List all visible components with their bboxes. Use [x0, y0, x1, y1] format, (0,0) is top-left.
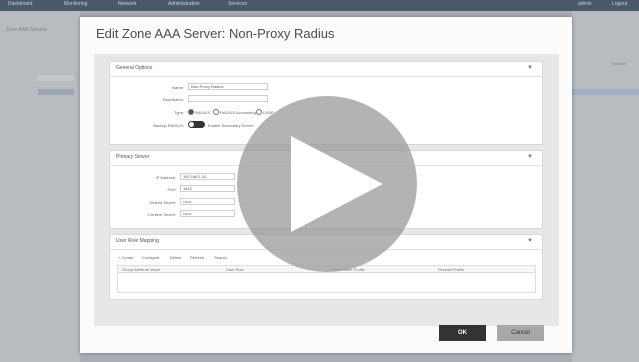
description-label: Description: [162, 97, 184, 102]
background-heading: Zone AAA Servers [6, 27, 47, 33]
background-row [572, 89, 639, 95]
port-input[interactable]: 1812 [180, 185, 235, 192]
backup-radius-toggle[interactable] [188, 121, 205, 128]
name-input[interactable]: Non-Proxy Radius [188, 83, 268, 90]
nav-item[interactable]: Network [118, 1, 136, 7]
type-radio-accounting[interactable] [213, 109, 219, 115]
background-row [38, 75, 74, 81]
section-title: General Options [116, 65, 153, 71]
backup-radius-label: Backup RADIUS: [153, 123, 184, 128]
section-header[interactable]: General Options ▼ [110, 62, 542, 77]
search-button[interactable]: Search [214, 254, 227, 261]
column-header[interactable]: Group Attribute Value [122, 267, 160, 272]
column-header[interactable]: Firewall Profile [438, 267, 464, 272]
create-button[interactable]: + Create [118, 254, 133, 261]
nav-item[interactable]: Logout [612, 1, 627, 7]
section-title: Primary Server [116, 154, 150, 160]
dialog-title: Edit Zone AAA Server: Non-Proxy Radius [96, 26, 335, 41]
play-icon [291, 136, 383, 232]
ip-address-input[interactable]: 192.168.1.10 [180, 173, 235, 180]
chevron-down-icon[interactable]: ▼ [527, 65, 533, 71]
name-label: Name: [172, 85, 184, 90]
background-row [38, 89, 74, 95]
background-panel-right: Refresh [572, 11, 639, 362]
confirm-secret-input[interactable]: •••••• [180, 210, 235, 217]
nav-item[interactable]: admin [578, 1, 592, 7]
nav-item[interactable]: Monitoring [64, 1, 87, 7]
delete-button[interactable]: Delete [170, 254, 182, 261]
type-option-label: RADIUS [195, 110, 211, 115]
chevron-down-icon[interactable]: ▼ [527, 238, 533, 244]
configure-button[interactable]: Configure [142, 254, 159, 261]
shared-secret-input[interactable]: •••••• [180, 198, 235, 205]
top-nav-bar: Dashboard Monitoring Network Administrat… [0, 0, 639, 11]
refresh-button[interactable]: Refresh [190, 254, 204, 261]
ok-button[interactable]: OK [439, 325, 486, 341]
background-panel-left: Zone AAA Servers [0, 11, 80, 362]
play-button[interactable] [237, 96, 417, 272]
confirm-secret-label: Confirm Secret: [148, 212, 176, 217]
shared-secret-label: Shared Secret: [149, 200, 176, 205]
background-refresh[interactable]: Refresh [612, 61, 626, 66]
type-radio-radius[interactable] [188, 109, 194, 115]
nav-item[interactable]: Dashboard [8, 1, 32, 7]
cancel-button[interactable]: Cancel [497, 325, 544, 341]
toggle-knob [189, 122, 194, 127]
port-label: Port: [167, 187, 176, 192]
type-label: Type: [174, 110, 184, 115]
section-title: User Role Mapping [116, 238, 159, 244]
mapping-table-body [117, 273, 536, 293]
nav-item[interactable]: Administration [168, 1, 200, 7]
chevron-down-icon[interactable]: ▼ [527, 154, 533, 160]
nav-item[interactable]: Services [228, 1, 247, 7]
ip-address-label: IP Address: [155, 175, 176, 180]
